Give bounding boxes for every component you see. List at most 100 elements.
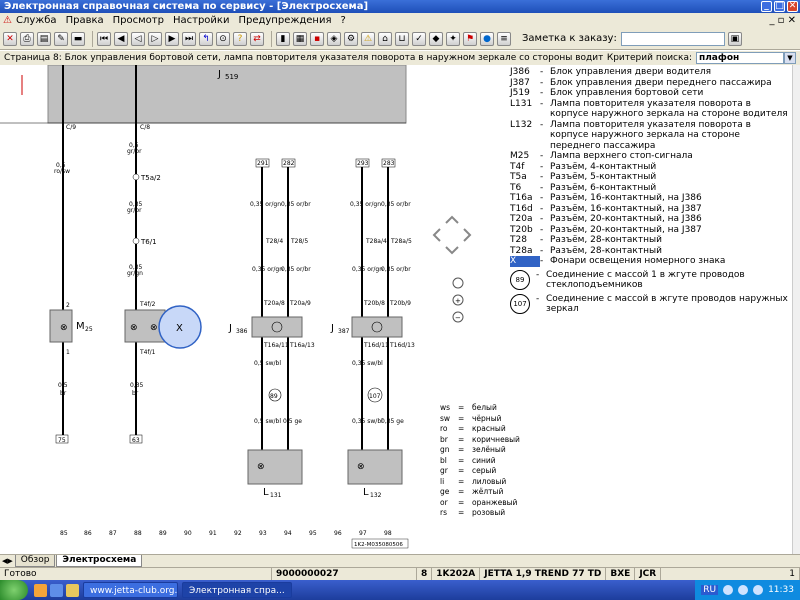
legend-dash: - [540, 203, 544, 214]
note-button-icon[interactable]: ▣ [727, 31, 742, 46]
menu-item-view[interactable]: Просмотр [113, 15, 164, 26]
language-indicator[interactable]: RU [701, 585, 719, 595]
document-icon[interactable]: ▤ [37, 31, 51, 46]
legend-desc: Фонари освещения номерного знака [550, 256, 726, 266]
legend-code[interactable]: T16a [510, 193, 540, 204]
legend-code[interactable]: T28 [510, 235, 540, 246]
start-button[interactable] [0, 580, 28, 600]
legend-code[interactable]: T6 [510, 183, 540, 194]
tab-prev-icon[interactable]: ◀▶ [2, 557, 13, 565]
legend-code[interactable]: X [510, 256, 540, 267]
legend-code[interactable]: M25 [510, 151, 540, 162]
globe-icon[interactable]: ● [480, 31, 494, 46]
lamp-symbol-icon: ⊗ [357, 462, 365, 472]
chevron-down-icon[interactable]: ▼ [784, 52, 796, 64]
wire-color-name: белый [472, 403, 497, 412]
car-icon[interactable]: ▬ [71, 31, 85, 46]
print-icon[interactable]: ⎙ [20, 31, 34, 46]
taskbar-elsa[interactable]: Электронная спра... [182, 582, 292, 598]
parts-icon[interactable]: ◈ [327, 31, 341, 46]
tab-overview[interactable]: Обзор [14, 555, 56, 567]
legend-code[interactable]: J387 [510, 78, 540, 89]
zoom-fit-icon[interactable] [452, 277, 464, 289]
legend-dash: - [540, 67, 544, 77]
basket-icon[interactable]: ⊔ [395, 31, 409, 46]
taskbar-browser[interactable]: www.jetta-club.org.... [83, 582, 178, 598]
up-level-icon[interactable]: ↰ [199, 31, 213, 46]
wire-color-name: серый [472, 466, 497, 475]
l132-label: L [363, 487, 369, 498]
legend-row: M25- Лампа верхнего стоп-сигнала [510, 151, 790, 162]
menu-item-edit[interactable]: Правка [66, 15, 104, 26]
help-icon[interactable]: ? [233, 31, 247, 46]
wrench-icon[interactable]: ✓ [412, 31, 426, 46]
catalog-icon[interactable]: ▦ [293, 31, 307, 46]
legend-code[interactable]: T20a [510, 214, 540, 225]
pan-down-icon[interactable] [445, 246, 459, 255]
scale-90: 90 [184, 530, 192, 537]
swap-icon[interactable]: ⇄ [250, 31, 264, 46]
wire-color-name: лиловый [472, 476, 507, 486]
note-input[interactable] [620, 31, 725, 46]
legend-code[interactable]: L132 [510, 120, 540, 152]
mdi-window-controls[interactable]: _ ▫ ✕ [769, 15, 796, 26]
window-title: Электронная справочная система по сервис… [4, 1, 369, 12]
fuel-icon[interactable]: ✦ [446, 31, 460, 46]
pan-right-icon[interactable] [463, 228, 472, 242]
legend-code[interactable]: T16d [510, 204, 540, 215]
desktop-icon[interactable] [50, 583, 63, 597]
manual-icon[interactable]: ▪ [310, 31, 324, 46]
scale-94: 94 [284, 530, 292, 537]
legend-dash: - [540, 77, 544, 88]
legend-code[interactable]: T20b [510, 225, 540, 236]
x-label: X [176, 323, 183, 334]
vehicle-icon[interactable]: ◆ [429, 31, 443, 46]
firefox-icon[interactable] [34, 583, 47, 597]
t28a-5: T28a/5 [390, 238, 412, 245]
legend-code[interactable]: J386 [510, 67, 540, 78]
legend-code[interactable]: L131 [510, 99, 540, 120]
folder-icon[interactable] [66, 583, 79, 597]
menu-item-service[interactable]: Служба [16, 15, 57, 26]
last-page-icon[interactable]: ⏭ [182, 31, 196, 46]
lamp-symbol-icon: ⊗ [150, 323, 158, 333]
pan-up-icon[interactable] [445, 215, 459, 224]
volume-icon[interactable] [738, 585, 749, 595]
next-icon[interactable]: ▷ [148, 31, 162, 46]
security-icon[interactable] [753, 585, 764, 595]
legend-row: T5a - Разъём, 5-контактный [510, 172, 790, 183]
prev-icon[interactable]: ◁ [131, 31, 145, 46]
book-icon[interactable]: ▮ [276, 31, 290, 46]
pin-t4f2: T4f/2 [139, 301, 156, 308]
caution-icon[interactable]: ⚠ [361, 31, 375, 46]
menu-item-settings[interactable]: Настройки [173, 15, 229, 26]
binoculars-icon[interactable]: ⊙ [216, 31, 230, 46]
legend-code[interactable]: J519 [510, 88, 540, 99]
first-page-icon[interactable]: ⏮ [97, 31, 111, 46]
ground-75-label: 75 [58, 437, 66, 444]
next-page-icon[interactable]: ▶ [165, 31, 179, 46]
legend-code[interactable]: T4f [510, 162, 540, 173]
list-icon[interactable]: ≡ [497, 31, 511, 46]
prev-page-icon[interactable]: ◀ [114, 31, 128, 46]
pan-left-icon[interactable] [432, 228, 441, 242]
maximize-button[interactable]: □ [774, 1, 785, 12]
diagnosis-icon[interactable]: ⌂ [378, 31, 392, 46]
legend-dash: - [540, 256, 544, 266]
scale-93: 93 [259, 530, 267, 537]
network-icon[interactable] [723, 585, 734, 595]
wire-color-abbr: ge [440, 487, 450, 496]
delete-icon[interactable]: ✕ [3, 31, 17, 46]
legend-code[interactable]: T28a [510, 246, 540, 257]
minimize-button[interactable]: _ [761, 1, 772, 12]
settings-icon[interactable]: ⚙ [344, 31, 358, 46]
menu-item-help[interactable]: ? [340, 15, 345, 26]
vertical-scrollbar[interactable] [792, 65, 800, 554]
close-button[interactable]: ✕ [787, 1, 798, 12]
legend-code[interactable]: T5a [510, 172, 540, 183]
tab-schematic[interactable]: Электросхема [56, 555, 143, 567]
criteria-select[interactable]: плафон освещения нон [696, 52, 784, 73]
flag-icon[interactable]: ⚑ [463, 31, 477, 46]
menu-item-warnings[interactable]: Предупреждения [238, 15, 331, 26]
edit-icon[interactable]: ✎ [54, 31, 68, 46]
